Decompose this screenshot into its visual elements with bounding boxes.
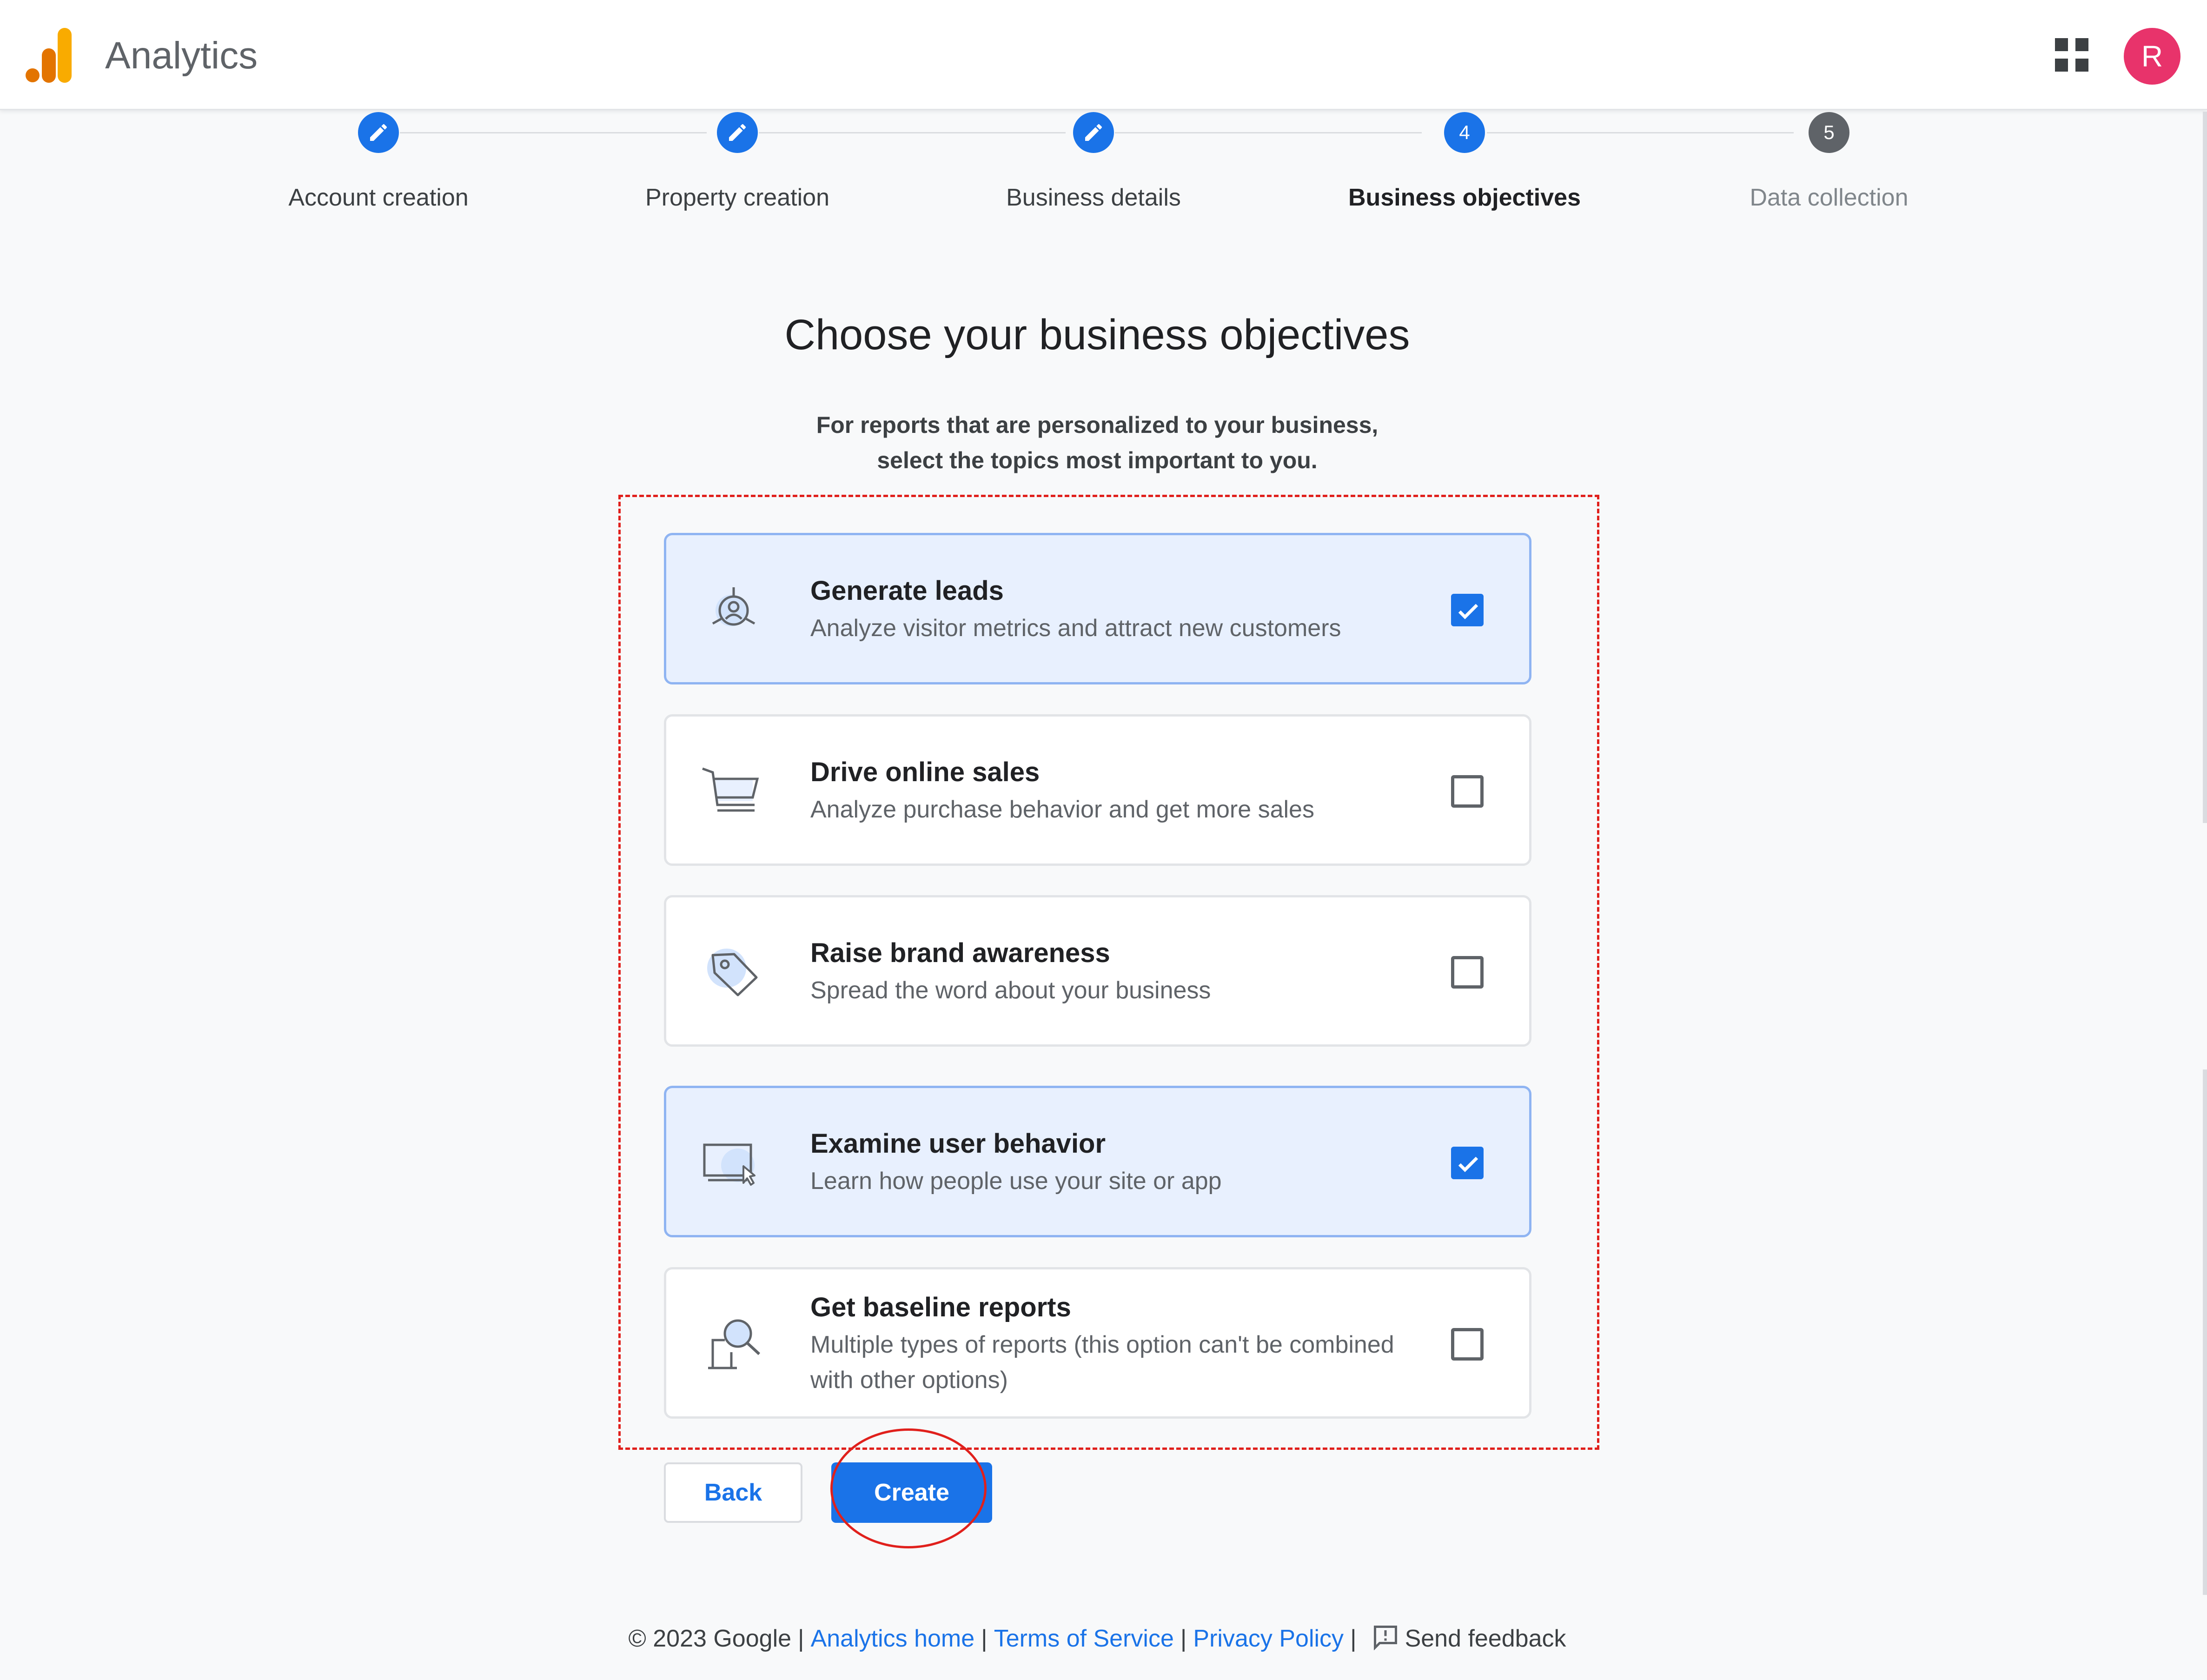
checkmark-icon bbox=[1458, 604, 1478, 619]
back-button[interactable]: Back bbox=[664, 1462, 802, 1523]
shopping-cart-icon bbox=[702, 767, 759, 812]
objective-card-generate-leads[interactable]: Generate leads Analyze visitor metrics a… bbox=[664, 533, 1531, 684]
account-avatar[interactable]: R bbox=[2124, 28, 2180, 85]
step-3-done-icon[interactable] bbox=[1073, 112, 1114, 153]
feedback-icon[interactable] bbox=[1372, 1624, 1399, 1650]
step-1-done-icon[interactable] bbox=[358, 112, 399, 153]
step-label-property-creation[interactable]: Property creation bbox=[598, 181, 877, 214]
copyright-text: © 2023 Google bbox=[628, 1625, 792, 1652]
objective-title: Generate leads bbox=[810, 576, 1004, 606]
step-5-upcoming-badge: 5 bbox=[1809, 112, 1849, 153]
objective-title: Drive online sales bbox=[810, 757, 1040, 787]
step-label-business-details[interactable]: Business details bbox=[954, 181, 1233, 214]
footer-separator: | bbox=[798, 1625, 804, 1652]
leads-target-icon bbox=[712, 587, 756, 626]
objective-description: Analyze purchase behavior and get more s… bbox=[810, 796, 1314, 823]
price-tag-icon bbox=[707, 949, 758, 996]
objective-title: Examine user behavior bbox=[810, 1129, 1106, 1159]
step-4-current-badge: 4 bbox=[1444, 112, 1485, 153]
subtitle-line: select the topics most important to you. bbox=[877, 447, 1318, 473]
send-feedback-link[interactable]: Send feedback bbox=[1405, 1625, 1566, 1652]
page-footer: © 2023 Google | Analytics home | Terms of Se… bbox=[0, 1621, 2194, 1656]
step-connector bbox=[759, 132, 1066, 133]
objective-card-examine-user-behavior[interactable]: Examine user behavior Learn how people u… bbox=[664, 1086, 1531, 1237]
step-connector bbox=[1487, 132, 1794, 133]
objective-checkbox-unchecked[interactable] bbox=[1451, 956, 1484, 989]
footer-separator: | bbox=[1180, 1625, 1187, 1652]
objective-title: Get baseline reports bbox=[810, 1292, 1071, 1322]
objective-title: Raise brand awareness bbox=[810, 938, 1110, 968]
subtitle-line: For reports that are personalized to you… bbox=[816, 412, 1379, 438]
page-title: Choose your business objectives bbox=[784, 311, 1410, 359]
analytics-logo[interactable] bbox=[25, 28, 75, 83]
objective-checkbox-checked[interactable] bbox=[1451, 1147, 1484, 1179]
step-connector bbox=[400, 132, 707, 133]
objective-card-get-baseline-reports[interactable]: Get baseline reports Multiple types of r… bbox=[664, 1267, 1531, 1419]
objective-card-raise-brand-awareness[interactable]: Raise brand awareness Spread the word ab… bbox=[664, 895, 1531, 1047]
step-2-done-icon[interactable] bbox=[717, 112, 758, 153]
objective-description: Spread the word about your business bbox=[810, 977, 1211, 1004]
analytics-home-link[interactable]: Analytics home bbox=[811, 1625, 975, 1652]
step-label-business-objectives: Business objectives bbox=[1348, 184, 1581, 211]
annotation-red-circle bbox=[830, 1428, 987, 1548]
apps-grid-icon[interactable] bbox=[2055, 38, 2088, 72]
app-title: Analytics bbox=[105, 34, 258, 77]
scrollbar-track[interactable] bbox=[2203, 1069, 2207, 1595]
step-label-account-creation[interactable]: Account creation bbox=[239, 181, 518, 214]
objective-description: Multiple types of reports (this option c… bbox=[810, 1327, 1452, 1398]
step-label-data-collection: Data collection bbox=[1750, 184, 1909, 211]
objective-card-drive-online-sales[interactable]: Drive online sales Analyze purchase beha… bbox=[664, 714, 1531, 866]
objective-description-line: with other options) bbox=[810, 1367, 1008, 1394]
magnifier-report-icon bbox=[708, 1319, 761, 1369]
app-header: Analytics R bbox=[0, 0, 2207, 110]
footer-separator: | bbox=[981, 1625, 988, 1652]
footer-separator: | bbox=[1350, 1625, 1357, 1652]
objective-description-line: Multiple types of reports (this option c… bbox=[810, 1331, 1394, 1358]
terms-of-service-link[interactable]: Terms of Service bbox=[994, 1625, 1174, 1652]
privacy-policy-link[interactable]: Privacy Policy bbox=[1193, 1625, 1344, 1652]
objective-description: Analyze visitor metrics and attract new … bbox=[810, 615, 1341, 642]
page-subtitle: For reports that are personalized to you… bbox=[0, 407, 2194, 478]
scrollbar-track[interactable] bbox=[2203, 112, 2207, 823]
objective-checkbox-checked[interactable] bbox=[1451, 594, 1484, 626]
objective-checkbox-unchecked[interactable] bbox=[1451, 775, 1484, 808]
step-connector bbox=[1115, 132, 1422, 133]
checkmark-icon bbox=[1458, 1156, 1478, 1172]
objective-description: Learn how people use your site or app bbox=[810, 1168, 1222, 1195]
screen-cursor-icon bbox=[703, 1143, 756, 1186]
objective-checkbox-unchecked[interactable] bbox=[1451, 1328, 1484, 1361]
